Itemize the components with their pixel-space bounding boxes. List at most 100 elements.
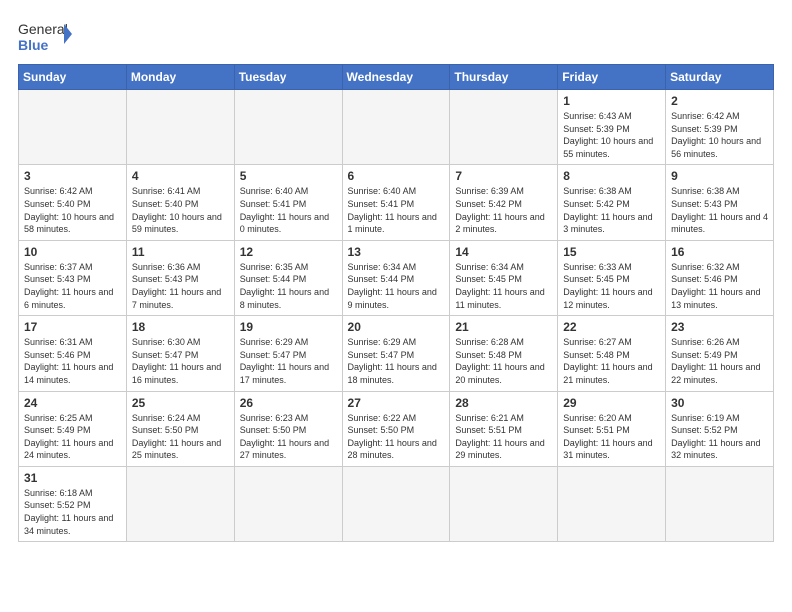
calendar-day-cell: 3Sunrise: 6:42 AM Sunset: 5:40 PM Daylig… [19,165,127,240]
calendar-day-cell: 14 Sunrise: 6:34 AM Sunset: 5:45 PM Dayli… [450,240,558,315]
calendar-header-cell: Sunday [19,65,127,90]
day-number: 16 [671,245,768,259]
day-info: Sunrise: 6:34 AM Sunset: 5:44 PM Dayligh… [348,261,445,311]
calendar-day-cell [126,90,234,165]
calendar-day-cell [666,466,774,541]
day-number: 2 [671,94,768,108]
calendar-week-row: 3Sunrise: 6:42 AM Sunset: 5:40 PM Daylig… [19,165,774,240]
day-number: 27 [348,396,445,410]
calendar-day-cell: 4Sunrise: 6:41 AM Sunset: 5:40 PM Daylig… [126,165,234,240]
day-number: 15 [563,245,660,259]
calendar-header-cell: Thursday [450,65,558,90]
day-number: 22 [563,320,660,334]
calendar-day-cell: 20Sunrise: 6:29 AM Sunset: 5:47 PM Dayli… [342,316,450,391]
day-number: 6 [348,169,445,183]
day-info: Sunrise: 6:22 AM Sunset: 5:50 PM Dayligh… [348,412,445,462]
calendar-day-cell: 25 Sunrise: 6:24 AM Sunset: 5:50 PM Dayli… [126,391,234,466]
day-number: 26 [240,396,337,410]
day-number: 9 [671,169,768,183]
day-info: Sunrise: 6:24 AM Sunset: 5:50 PM Dayligh… [132,412,229,462]
calendar-day-cell: 11Sunrise: 6:36 AM Sunset: 5:43 PM Dayli… [126,240,234,315]
calendar-day-cell: 16 Sunrise: 6:32 AM Sunset: 5:46 PM Dayli… [666,240,774,315]
calendar-day-cell: 22Sunrise: 6:27 AM Sunset: 5:48 PM Dayli… [558,316,666,391]
calendar-day-cell [19,90,127,165]
calendar-day-cell: 19Sunrise: 6:29 AM Sunset: 5:47 PM Dayli… [234,316,342,391]
day-number: 3 [24,169,121,183]
day-info: Sunrise: 6:43 AM Sunset: 5:39 PM Dayligh… [563,110,660,160]
day-number: 25 [132,396,229,410]
day-info: Sunrise: 6:40 AM Sunset: 5:41 PM Dayligh… [240,185,337,235]
day-info: Sunrise: 6:18 AM Sunset: 5:52 PM Dayligh… [24,487,121,537]
day-number: 20 [348,320,445,334]
calendar-week-row: 24 Sunrise: 6:25 AM Sunset: 5:49 PM Dayli… [19,391,774,466]
day-number: 11 [132,245,229,259]
day-number: 7 [455,169,552,183]
calendar: SundayMondayTuesdayWednesdayThursdayFrid… [18,64,774,542]
day-info: Sunrise: 6:40 AM Sunset: 5:41 PM Dayligh… [348,185,445,235]
calendar-day-cell [558,466,666,541]
logo-svg: General Blue [18,18,74,54]
calendar-day-cell [126,466,234,541]
day-info: Sunrise: 6:29 AM Sunset: 5:47 PM Dayligh… [240,336,337,386]
calendar-body: 1Sunrise: 6:43 AM Sunset: 5:39 PM Daylig… [19,90,774,542]
calendar-day-cell [450,466,558,541]
day-info: Sunrise: 6:38 AM Sunset: 5:42 PM Dayligh… [563,185,660,235]
page: General Blue SundayMondayTuesdayWednesda… [0,0,792,612]
calendar-day-cell: 23 Sunrise: 6:26 AM Sunset: 5:49 PM Dayli… [666,316,774,391]
calendar-day-cell: 21 Sunrise: 6:28 AM Sunset: 5:48 PM Dayli… [450,316,558,391]
calendar-day-cell [234,466,342,541]
day-number: 5 [240,169,337,183]
calendar-day-cell: 1Sunrise: 6:43 AM Sunset: 5:39 PM Daylig… [558,90,666,165]
calendar-day-cell: 8 Sunrise: 6:38 AM Sunset: 5:42 PM Daylig… [558,165,666,240]
calendar-header-cell: Tuesday [234,65,342,90]
day-number: 17 [24,320,121,334]
calendar-week-row: 31 Sunrise: 6:18 AM Sunset: 5:52 PM Dayli… [19,466,774,541]
calendar-day-cell: 31 Sunrise: 6:18 AM Sunset: 5:52 PM Dayli… [19,466,127,541]
svg-text:General: General [18,21,68,37]
calendar-day-cell: 28Sunrise: 6:21 AM Sunset: 5:51 PM Dayli… [450,391,558,466]
day-number: 21 [455,320,552,334]
day-info: Sunrise: 6:28 AM Sunset: 5:48 PM Dayligh… [455,336,552,386]
day-info: Sunrise: 6:35 AM Sunset: 5:44 PM Dayligh… [240,261,337,311]
calendar-day-cell: 27 Sunrise: 6:22 AM Sunset: 5:50 PM Dayli… [342,391,450,466]
day-number: 14 [455,245,552,259]
calendar-day-cell: 15 Sunrise: 6:33 AM Sunset: 5:45 PM Dayli… [558,240,666,315]
day-info: Sunrise: 6:30 AM Sunset: 5:47 PM Dayligh… [132,336,229,386]
calendar-week-row: 10Sunrise: 6:37 AM Sunset: 5:43 PM Dayli… [19,240,774,315]
calendar-header-cell: Friday [558,65,666,90]
day-info: Sunrise: 6:42 AM Sunset: 5:39 PM Dayligh… [671,110,768,160]
day-info: Sunrise: 6:25 AM Sunset: 5:49 PM Dayligh… [24,412,121,462]
day-info: Sunrise: 6:39 AM Sunset: 5:42 PM Dayligh… [455,185,552,235]
calendar-day-cell: 5 Sunrise: 6:40 AM Sunset: 5:41 PM Daylig… [234,165,342,240]
day-info: Sunrise: 6:23 AM Sunset: 5:50 PM Dayligh… [240,412,337,462]
day-info: Sunrise: 6:34 AM Sunset: 5:45 PM Dayligh… [455,261,552,311]
day-info: Sunrise: 6:31 AM Sunset: 5:46 PM Dayligh… [24,336,121,386]
calendar-day-cell [234,90,342,165]
calendar-header-cell: Monday [126,65,234,90]
calendar-day-cell: 29Sunrise: 6:20 AM Sunset: 5:51 PM Dayli… [558,391,666,466]
day-info: Sunrise: 6:19 AM Sunset: 5:52 PM Dayligh… [671,412,768,462]
day-number: 12 [240,245,337,259]
day-number: 31 [24,471,121,485]
calendar-day-cell: 30Sunrise: 6:19 AM Sunset: 5:52 PM Dayli… [666,391,774,466]
day-number: 23 [671,320,768,334]
day-info: Sunrise: 6:41 AM Sunset: 5:40 PM Dayligh… [132,185,229,235]
day-info: Sunrise: 6:33 AM Sunset: 5:45 PM Dayligh… [563,261,660,311]
day-info: Sunrise: 6:21 AM Sunset: 5:51 PM Dayligh… [455,412,552,462]
calendar-day-cell: 12 Sunrise: 6:35 AM Sunset: 5:44 PM Dayli… [234,240,342,315]
day-number: 24 [24,396,121,410]
day-info: Sunrise: 6:20 AM Sunset: 5:51 PM Dayligh… [563,412,660,462]
calendar-day-cell: 6 Sunrise: 6:40 AM Sunset: 5:41 PM Daylig… [342,165,450,240]
calendar-day-cell [342,90,450,165]
calendar-week-row: 17 Sunrise: 6:31 AM Sunset: 5:46 PM Dayli… [19,316,774,391]
calendar-day-cell: 10Sunrise: 6:37 AM Sunset: 5:43 PM Dayli… [19,240,127,315]
day-number: 18 [132,320,229,334]
day-number: 10 [24,245,121,259]
day-number: 8 [563,169,660,183]
day-number: 13 [348,245,445,259]
day-info: Sunrise: 6:32 AM Sunset: 5:46 PM Dayligh… [671,261,768,311]
logo: General Blue [18,18,74,54]
calendar-day-cell: 18 Sunrise: 6:30 AM Sunset: 5:47 PM Dayli… [126,316,234,391]
calendar-day-cell: 24 Sunrise: 6:25 AM Sunset: 5:49 PM Dayli… [19,391,127,466]
day-info: Sunrise: 6:26 AM Sunset: 5:49 PM Dayligh… [671,336,768,386]
